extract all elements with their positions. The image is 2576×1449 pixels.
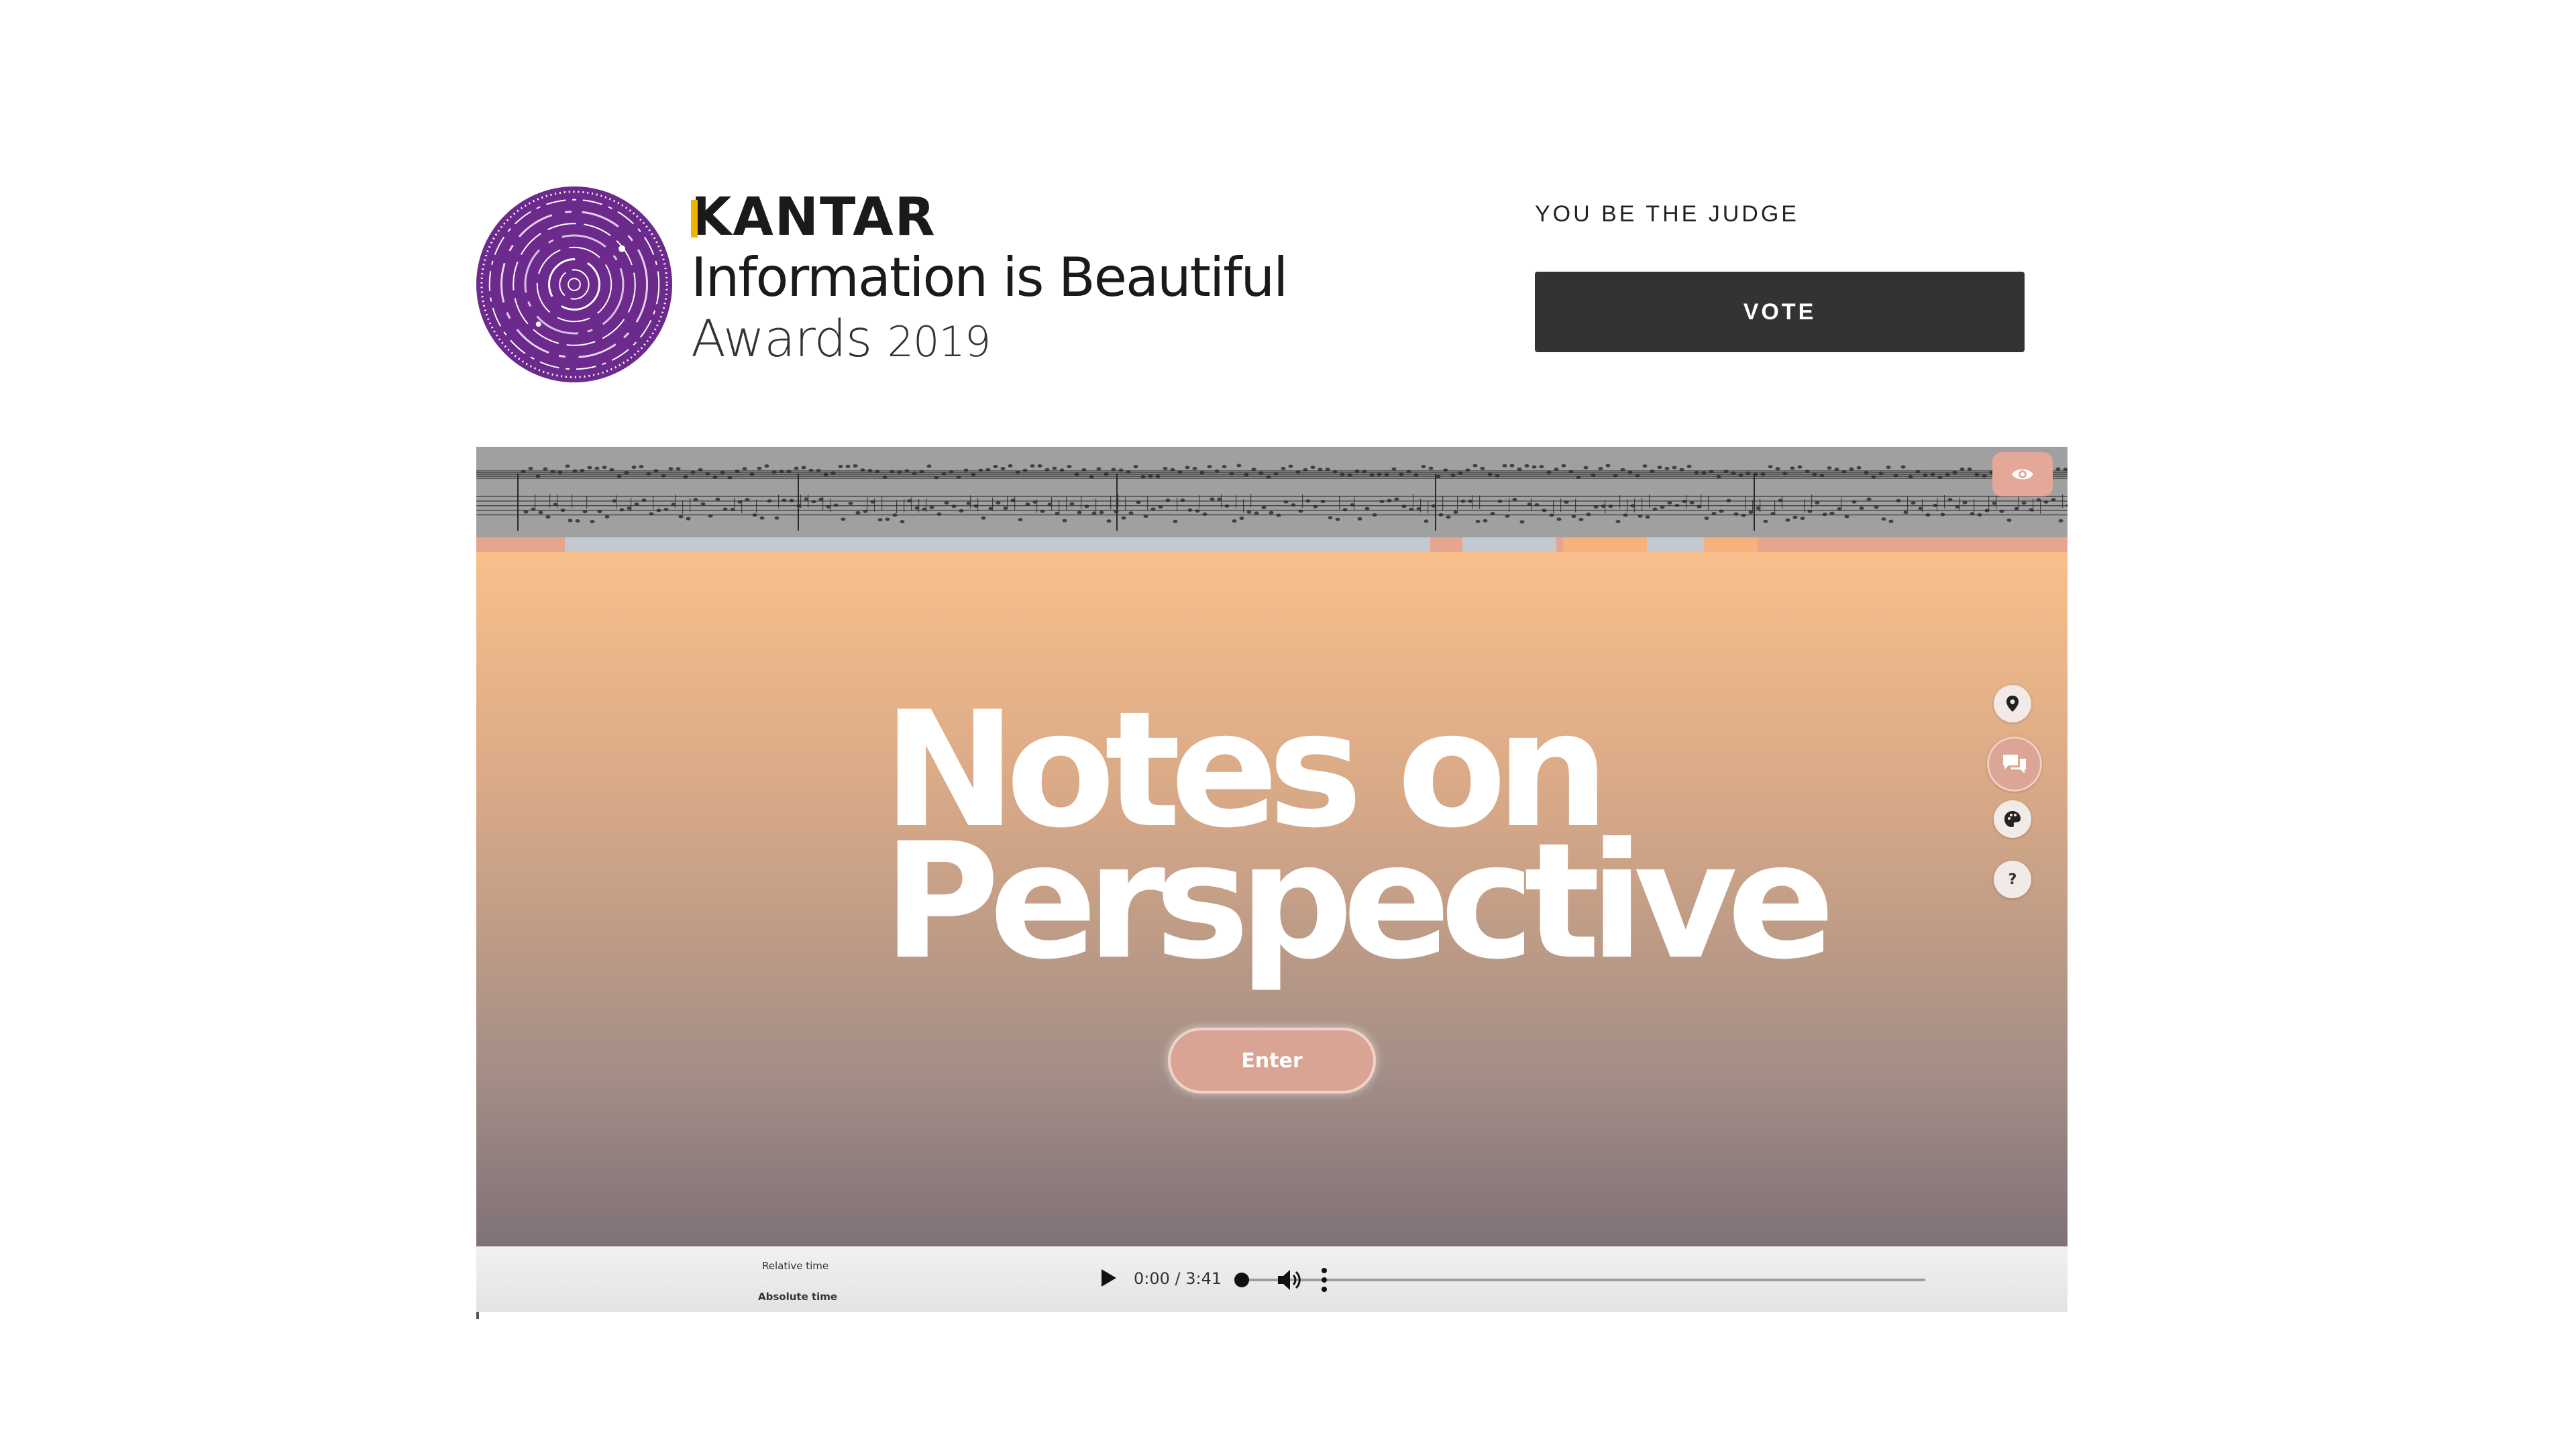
time-display: 0:00 / 3:41 xyxy=(1134,1269,1222,1288)
hero-panel: Notes on Perspective Enter ? xyxy=(476,552,2068,1319)
embedded-visualization: Notes on Perspective Enter ? Relative ti… xyxy=(476,447,2068,1319)
timeline-segment xyxy=(1462,537,1556,552)
timeline-segment xyxy=(1563,537,1647,552)
vote-button[interactable]: VOTE xyxy=(1535,272,2025,352)
more-options-icon[interactable] xyxy=(1320,1267,1328,1293)
judge-label: YOU BE THE JUDGE xyxy=(1535,201,1799,227)
brand-name: KANTAR xyxy=(691,187,936,248)
location-pin-icon xyxy=(2006,696,2019,712)
location-pin-button[interactable] xyxy=(1994,685,2031,722)
seek-thumb[interactable] xyxy=(1234,1273,1249,1287)
volume-icon[interactable] xyxy=(1277,1268,1303,1292)
absolute-time-option[interactable]: Absolute time xyxy=(758,1291,837,1303)
eye-icon xyxy=(2012,469,2033,480)
chat-bubbles-icon xyxy=(2003,755,2026,773)
sheet-music-strip[interactable] xyxy=(476,447,2068,537)
palette-button[interactable] xyxy=(1994,800,2031,838)
timeline-segment xyxy=(565,537,1430,552)
kantar-wordmark: KANTAR xyxy=(691,188,1287,247)
relative-time-option[interactable]: Relative time xyxy=(762,1260,828,1272)
enter-button[interactable]: Enter xyxy=(1168,1028,1376,1093)
frame-edge xyxy=(476,1312,479,1319)
player-bar: Relative time Absolute time 0:00 / 3:41 xyxy=(476,1246,2068,1312)
title-line-2: Perspective xyxy=(883,809,1835,995)
help-icon: ? xyxy=(2008,871,2017,888)
help-button[interactable]: ? xyxy=(1994,861,2031,898)
kantar-accent-bar xyxy=(691,200,698,237)
palette-icon xyxy=(2004,811,2021,827)
timeline-strip[interactable] xyxy=(476,537,2068,552)
award-line2: Awards 2019 xyxy=(691,309,1287,372)
award-badge-logo xyxy=(476,186,673,383)
awards-word: Awards xyxy=(691,309,872,368)
page: KANTAR Information is Beautiful Awards 2… xyxy=(0,0,2576,1449)
award-title: KANTAR Information is Beautiful Awards 2… xyxy=(691,188,1288,372)
timeline-segment xyxy=(1704,537,1758,552)
award-year: 2019 xyxy=(887,317,991,366)
award-line1: Information is Beautiful xyxy=(691,246,1288,309)
visibility-toggle-button[interactable] xyxy=(1992,452,2053,496)
seek-bar[interactable] xyxy=(1241,1279,1925,1281)
play-icon[interactable] xyxy=(1102,1269,1116,1287)
chat-button[interactable] xyxy=(1987,737,2042,792)
timeline-segment xyxy=(1647,537,1704,552)
visualization-title: Notes on Perspective xyxy=(883,691,1835,995)
